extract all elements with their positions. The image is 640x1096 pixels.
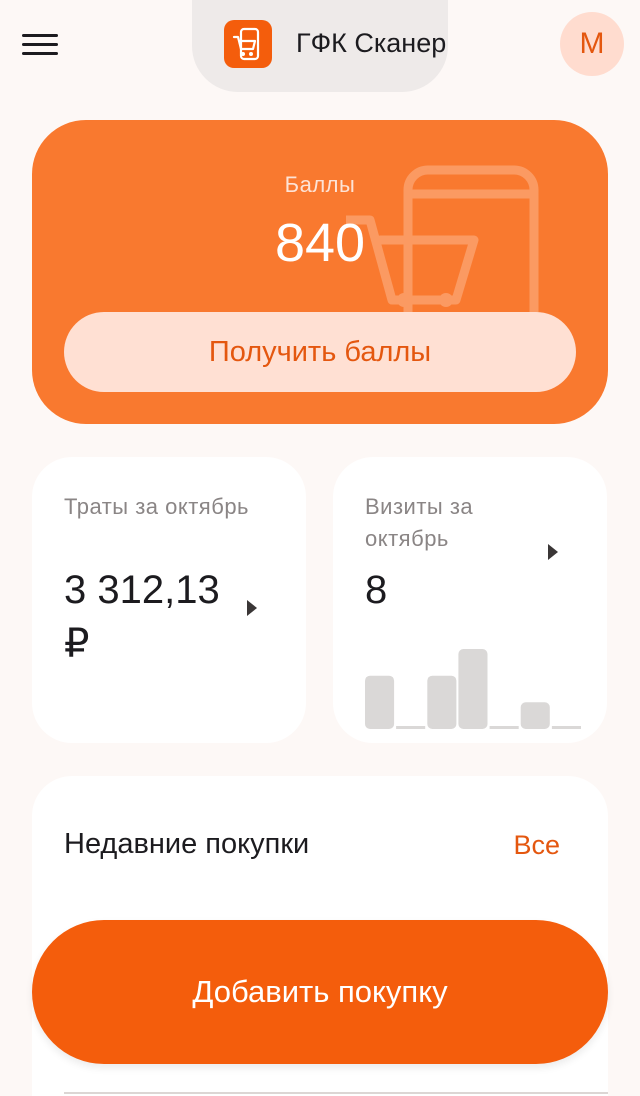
points-value: 840	[274, 213, 366, 273]
chevron-right-icon	[548, 544, 558, 560]
shopping-cart-phone-icon	[224, 20, 272, 68]
get-points-button[interactable]: Получить баллы	[64, 312, 576, 392]
spend-value: 3 312,13 ₽	[64, 568, 220, 666]
spend-label: Траты за октябрь	[64, 494, 250, 519]
divider	[64, 1092, 608, 1094]
visits-bar	[520, 702, 550, 729]
app-title: ГФК Сканер	[296, 28, 447, 58]
recent-purchases-title: Недавние покупки	[64, 828, 310, 860]
visits-bar	[396, 726, 426, 729]
visits-bar	[458, 649, 488, 729]
add-purchase-button[interactable]: Добавить покупку	[32, 920, 608, 1064]
visits-bar	[551, 726, 581, 729]
avatar[interactable]: М	[560, 12, 624, 76]
visits-bar	[489, 726, 519, 729]
visits-card[interactable]: Визиты за октябрь 8	[333, 457, 607, 743]
points-card: Баллы 840 Получить баллы	[32, 120, 608, 424]
visits-label: Визиты за октябрь	[365, 494, 474, 551]
visits-bar-chart	[365, 649, 581, 729]
visits-value: 8	[365, 568, 388, 612]
hamburger-menu-icon[interactable]	[22, 34, 58, 58]
spend-card[interactable]: Траты за октябрь 3 312,13 ₽	[32, 457, 306, 743]
app-screen: ГФК Сканер М Баллы 840 Получить баллы Тр…	[0, 0, 640, 1096]
avatar-letter: М	[579, 27, 605, 60]
chevron-right-icon	[247, 600, 257, 616]
view-all-link[interactable]: Все	[513, 830, 560, 861]
points-label: Баллы	[284, 172, 356, 197]
visits-bar	[365, 675, 395, 729]
visits-bar	[427, 675, 457, 729]
